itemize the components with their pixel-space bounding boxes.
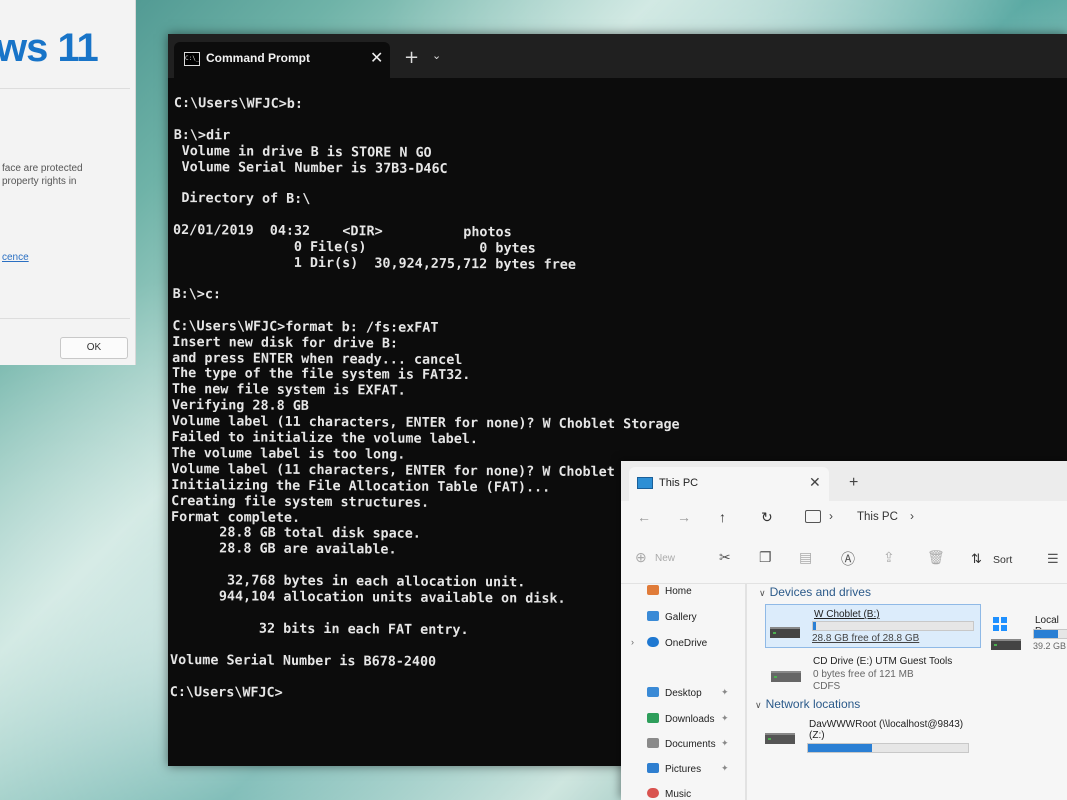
chevron-down-icon: ∨: [755, 700, 762, 710]
chevron-right-icon[interactable]: ›: [829, 509, 833, 523]
chevron-right-icon[interactable]: ›: [631, 637, 634, 647]
this-pc-content: ∨ Devices and drives W Choblet (B:) 28.8 …: [755, 583, 1067, 800]
drive-z-name[interactable]: DavWWWRoot (\\localhost@9843): [809, 719, 963, 730]
this-pc-icon: [637, 477, 653, 489]
usb-drive-icon: [770, 627, 800, 638]
windows-11-brand: ws 11: [0, 26, 99, 70]
section-network-locations[interactable]: ∨ Network locations: [755, 697, 860, 711]
new-button-label[interactable]: New: [655, 553, 675, 564]
cloud-icon: [647, 637, 659, 647]
documents-icon: [647, 738, 659, 748]
explorer-titlebar[interactable]: This PC ✕ +: [621, 461, 1067, 501]
nav-item-desktop[interactable]: Desktop: [647, 687, 702, 699]
drive-b-usage-bar: [812, 621, 974, 631]
drive-e-filesystem: CDFS: [813, 681, 841, 692]
sort-button[interactable]: Sort: [993, 554, 1012, 566]
nav-item-downloads[interactable]: Downloads: [647, 713, 714, 725]
cmd-icon: C:\_: [184, 52, 200, 66]
cd-drive-icon: [771, 671, 801, 682]
network-drive-icon: [765, 733, 795, 744]
gallery-icon: [647, 611, 659, 621]
music-icon: [647, 788, 659, 798]
windows-logo-icon: [993, 617, 1007, 631]
copy-icon[interactable]: ❐: [759, 549, 772, 566]
close-tab-icon[interactable]: ✕: [370, 48, 383, 67]
breadcrumb[interactable]: This PC: [857, 511, 898, 523]
rename-icon[interactable]: Ⓐ: [841, 549, 855, 569]
pin-icon[interactable]: ✦: [721, 713, 729, 724]
chevron-down-icon: ∨: [759, 588, 766, 598]
share-icon[interactable]: ⇪: [883, 549, 895, 566]
divider: [0, 88, 130, 89]
drive-z-usage-bar: [807, 743, 969, 753]
close-tab-icon[interactable]: ✕: [809, 474, 821, 491]
tab-this-pc[interactable]: This PC ✕: [629, 467, 829, 501]
nav-item-home[interactable]: Home: [647, 585, 692, 597]
legal-text: face are protected property rights in: [2, 163, 83, 187]
nav-item-documents[interactable]: Documents: [647, 738, 716, 750]
pin-icon[interactable]: ✦: [721, 738, 729, 749]
file-explorer-window[interactable]: This PC ✕ + ← → ↑ ↻ › This PC › ⊕ New ✂ …: [621, 461, 1067, 800]
monitor-icon: [805, 510, 821, 523]
local-disk-icon: [991, 639, 1021, 650]
tab-command-prompt[interactable]: C:\_ Command Prompt ✕: [174, 42, 390, 78]
drive-e-name[interactable]: CD Drive (E:) UTM Guest Tools: [813, 656, 952, 667]
paste-icon[interactable]: ▤: [799, 549, 812, 566]
tab-title: Command Prompt: [206, 51, 311, 65]
divider: [0, 318, 130, 319]
nav-item-gallery[interactable]: Gallery: [647, 611, 697, 623]
up-arrow-icon[interactable]: ↑: [719, 509, 726, 525]
navigation-pane: Home Gallery › OneDrive Desktop ✦ Downlo…: [621, 583, 746, 800]
tab-title: This PC: [659, 477, 699, 489]
licence-link[interactable]: cence: [2, 252, 29, 263]
pictures-icon: [647, 763, 659, 773]
cut-icon[interactable]: ✂: [719, 549, 731, 566]
drive-b[interactable]: W Choblet (B:) 28.8 GB free of 28.8 GB: [765, 604, 981, 648]
chevron-right-icon[interactable]: ›: [910, 509, 914, 523]
drive-b-name: W Choblet (B:): [814, 609, 880, 620]
local-drive-size: 39.2 GB: [1033, 641, 1067, 651]
pin-icon[interactable]: ✦: [721, 687, 729, 698]
refresh-icon[interactable]: ↻: [761, 509, 773, 526]
ok-button[interactable]: OK: [60, 337, 128, 359]
command-bar: ⊕ New ✂ ❐ ▤ Ⓐ ⇪ 🗑 ⇅ Sort ☰: [621, 539, 1067, 584]
chevron-down-icon[interactable]: ⌄: [432, 49, 441, 62]
new-icon[interactable]: ⊕: [635, 549, 647, 566]
view-options-icon[interactable]: ☰: [1047, 551, 1059, 567]
console-output[interactable]: C:\Users\WFJC>b: B:\>dir Volume in drive…: [170, 96, 682, 704]
back-arrow-icon[interactable]: ←: [637, 509, 651, 525]
home-icon: [647, 585, 659, 595]
download-icon: [647, 713, 659, 723]
new-tab-button[interactable]: +: [849, 474, 858, 492]
drive-z-letter: (Z:): [809, 730, 825, 741]
sort-icon[interactable]: ⇅: [971, 551, 982, 567]
pane-splitter[interactable]: [745, 583, 747, 800]
drive-e-free: 0 bytes free of 121 MB: [813, 669, 914, 680]
nav-item-onedrive[interactable]: OneDrive: [647, 637, 707, 649]
pin-icon[interactable]: ✦: [721, 763, 729, 774]
nav-item-pictures[interactable]: Pictures: [647, 763, 701, 775]
section-devices-and-drives[interactable]: ∨ Devices and drives: [759, 585, 871, 599]
address-bar: ← → ↑ ↻ › This PC ›: [621, 501, 1067, 535]
delete-icon[interactable]: 🗑: [927, 549, 945, 566]
desktop-icon: [647, 687, 659, 697]
drive-b-free: 28.8 GB free of 28.8 GB: [812, 633, 920, 644]
local-drive-usage-bar: [1033, 629, 1067, 639]
new-tab-button[interactable]: +: [404, 47, 419, 68]
forward-arrow-icon[interactable]: →: [677, 509, 691, 525]
about-windows-dialog: ws 11 face are protected property rights…: [0, 0, 136, 365]
terminal-titlebar[interactable]: C:\_ Command Prompt ✕ + ⌄: [168, 34, 1067, 78]
nav-item-music[interactable]: Music: [647, 788, 691, 800]
